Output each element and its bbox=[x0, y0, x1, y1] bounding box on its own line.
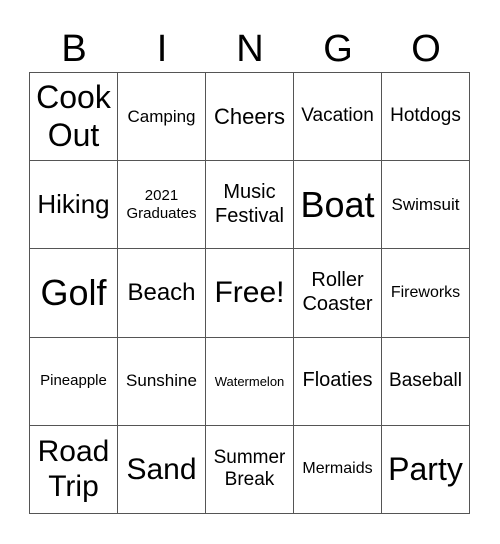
bingo-cell-label: Vacation bbox=[301, 105, 374, 127]
bingo-cell[interactable]: Cook Out bbox=[30, 73, 118, 162]
header-letter-n: N bbox=[236, 28, 264, 70]
bingo-cell[interactable]: Hotdogs bbox=[382, 73, 470, 162]
bingo-cell[interactable]: Beach bbox=[118, 249, 206, 338]
bingo-cell[interactable]: Golf bbox=[30, 249, 118, 338]
bingo-cell[interactable]: Road Trip bbox=[30, 425, 118, 514]
bingo-cell-label: Hiking bbox=[37, 189, 110, 220]
bingo-cell-label: Mermaids bbox=[302, 459, 373, 477]
bingo-cell[interactable]: Vacation bbox=[294, 73, 382, 162]
bingo-cell-label: 2021 Graduates bbox=[126, 187, 197, 222]
header-letter-b: B bbox=[61, 28, 87, 70]
bingo-cell-label: Swimsuit bbox=[391, 194, 460, 214]
bingo-cell[interactable]: Cheers bbox=[206, 73, 294, 162]
bingo-cell-label: Camping bbox=[127, 106, 196, 126]
bingo-cell-label: Boat bbox=[300, 183, 375, 225]
bingo-cell[interactable]: Swimsuit bbox=[382, 161, 470, 250]
header-letter-o: O bbox=[411, 28, 441, 70]
bingo-cell[interactable]: Free! bbox=[206, 249, 294, 338]
bingo-cell-label: Hotdogs bbox=[390, 105, 461, 127]
bingo-cell[interactable]: Camping bbox=[118, 73, 206, 162]
bingo-cell-label: Beach bbox=[127, 278, 196, 306]
bingo-cell[interactable]: Party bbox=[382, 425, 470, 514]
bingo-cell[interactable]: Baseball bbox=[382, 337, 470, 426]
bingo-cell-label: Road Trip bbox=[37, 435, 110, 504]
bingo-cell-label: Roller Coaster bbox=[302, 269, 373, 315]
bingo-cell[interactable]: Sand bbox=[118, 425, 206, 514]
bingo-cell[interactable]: 2021 Graduates bbox=[118, 161, 206, 250]
bingo-cell[interactable]: Roller Coaster bbox=[294, 249, 382, 338]
bingo-cell-label: Fireworks bbox=[390, 283, 461, 301]
bingo-cell-label: Music Festival bbox=[215, 181, 284, 227]
bingo-cell[interactable]: Music Festival bbox=[206, 161, 294, 250]
bingo-cell-label: Watermelon bbox=[214, 373, 285, 389]
bingo-cell-label: Cheers bbox=[214, 103, 285, 129]
bingo-cell-label: Summer Break bbox=[213, 446, 286, 491]
header-letter-i: I bbox=[156, 28, 168, 70]
bingo-cell-label: Baseball bbox=[389, 369, 462, 391]
bingo-header: B I N G O bbox=[30, 26, 470, 72]
bingo-cell[interactable]: Watermelon bbox=[206, 337, 294, 426]
bingo-cell[interactable]: Fireworks bbox=[382, 249, 470, 338]
bingo-cell-label: Floaties bbox=[302, 369, 373, 392]
bingo-cell-label: Party bbox=[388, 450, 463, 487]
bingo-cell[interactable]: Boat bbox=[294, 161, 382, 250]
bingo-grid: Cook Out Camping Cheers Vacation Hotdogs Hiki… bbox=[29, 72, 470, 514]
bingo-cell-label: Golf bbox=[40, 271, 107, 313]
bingo-cell[interactable]: Pineapple bbox=[30, 337, 118, 426]
bingo-cell[interactable]: Sunshine bbox=[118, 337, 206, 426]
bingo-cell-label: Free! bbox=[214, 276, 285, 310]
bingo-cell[interactable]: Hiking bbox=[30, 161, 118, 250]
bingo-cell-label: Sand bbox=[126, 452, 197, 486]
header-letter-g: G bbox=[323, 28, 353, 70]
bingo-cell[interactable]: Floaties bbox=[294, 337, 382, 426]
bingo-cell-label: Pineapple bbox=[40, 372, 107, 390]
bingo-cell[interactable]: Mermaids bbox=[294, 425, 382, 514]
bingo-cell-label: Cook Out bbox=[36, 78, 111, 153]
bingo-cell[interactable]: Summer Break bbox=[206, 425, 294, 514]
bingo-cell-label: Sunshine bbox=[126, 371, 197, 391]
